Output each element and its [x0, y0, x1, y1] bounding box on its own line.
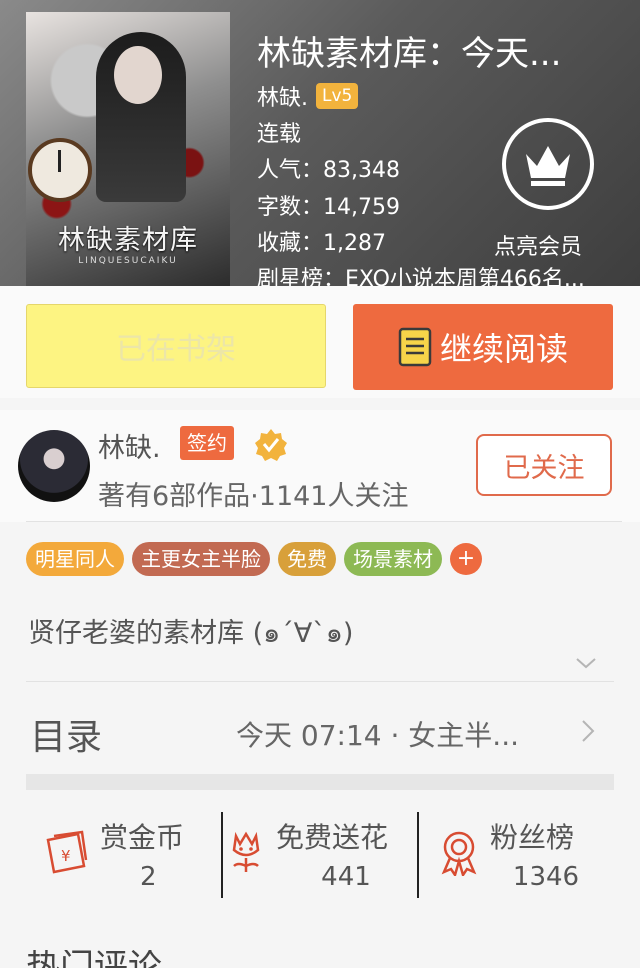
- flower-icon: [232, 831, 260, 872]
- add-tag-button[interactable]: +: [450, 543, 482, 575]
- stat-value: 1346: [512, 862, 580, 892]
- follow-button[interactable]: 已关注: [476, 434, 612, 496]
- red-envelope-icon: ¥: [46, 830, 88, 874]
- chevron-down-icon[interactable]: [575, 656, 597, 670]
- book-title: 林缺素材库：今天...: [257, 34, 562, 74]
- book-status: 连载: [257, 122, 302, 147]
- fan-ranking-item[interactable]: 粉丝榜 1346: [438, 810, 618, 902]
- tag-list: 明星同人 主更女主半脸 免费 场景素材 +: [26, 542, 482, 576]
- continue-reading-button[interactable]: 继续阅读: [353, 304, 613, 390]
- avatar[interactable]: [18, 430, 90, 502]
- book-icon: [398, 327, 432, 367]
- book-author[interactable]: 林缺.: [257, 80, 308, 112]
- tag-chip[interactable]: 明星同人: [26, 542, 124, 576]
- vip-label[interactable]: 点亮会员: [494, 229, 582, 261]
- book-description: 贤仔老婆的素材库 (๑´∀`๑): [28, 618, 354, 649]
- stat-label: 赏金币: [100, 821, 185, 854]
- book-word-count: 字数：14,759: [257, 195, 400, 220]
- verified-badge-icon: [255, 429, 287, 461]
- cover-subtitle: LINQUESUCAIKU: [78, 256, 178, 266]
- tag-chip[interactable]: 免费: [278, 542, 336, 576]
- vip-crown-button[interactable]: [502, 118, 594, 210]
- author-name[interactable]: 林缺.: [98, 426, 161, 465]
- book-cover[interactable]: 林缺素材库 LINQUESUCAIKU: [26, 12, 230, 286]
- section-separator: [26, 774, 614, 790]
- tag-chip[interactable]: 场景素材: [344, 542, 442, 576]
- level-badge: Lv5: [316, 83, 359, 109]
- stat-label: 粉丝榜: [490, 821, 575, 854]
- divider: [26, 521, 622, 522]
- hot-comments-heading: 热门评论: [26, 950, 162, 968]
- cover-face-art: [114, 46, 162, 104]
- book-ranking[interactable]: 剧星榜：EXO小说本周第466名...: [257, 261, 640, 286]
- cover-title: 林缺素材库: [58, 225, 198, 256]
- catalog-latest-update[interactable]: 今天 07:14 · 女主半...: [236, 714, 556, 754]
- catalog-label[interactable]: 目录: [30, 708, 102, 760]
- continue-reading-label: 继续阅读: [439, 330, 568, 368]
- author-card: 林缺. 签约 著有6部作品·1141人关注 已关注: [0, 410, 640, 522]
- stat-label: 免费送花: [276, 821, 389, 854]
- signed-badge: 签约: [180, 426, 234, 460]
- book-header: 林缺素材库 LINQUESUCAIKU 林缺素材库：今天... 林缺. Lv5 …: [0, 0, 640, 286]
- author-works: 著有6部作品·1141人关注: [98, 481, 409, 512]
- cover-clock-art: [28, 138, 92, 202]
- stat-value: 441: [321, 862, 371, 892]
- action-bar: 已在书架 继续阅读: [0, 286, 640, 398]
- free-flower-item[interactable]: 免费送花 441: [226, 810, 416, 902]
- crown-icon: [526, 146, 570, 186]
- tag-chip[interactable]: 主更女主半脸: [132, 542, 270, 576]
- reward-coins-item[interactable]: ¥ 赏金币 2: [44, 810, 214, 902]
- book-popularity: 人气：83,348: [257, 158, 400, 183]
- divider: [221, 812, 223, 898]
- book-author-line: 林缺. Lv5: [257, 80, 359, 112]
- award-ribbon-icon: [441, 831, 477, 876]
- divider: [417, 812, 419, 898]
- in-bookshelf-button[interactable]: 已在书架: [26, 304, 326, 388]
- stat-value: 2: [140, 862, 157, 892]
- chevron-right-icon[interactable]: [580, 718, 596, 744]
- svg-text:¥: ¥: [61, 847, 71, 865]
- divider: [26, 681, 614, 682]
- book-favorites: 收藏：1,287: [257, 231, 386, 256]
